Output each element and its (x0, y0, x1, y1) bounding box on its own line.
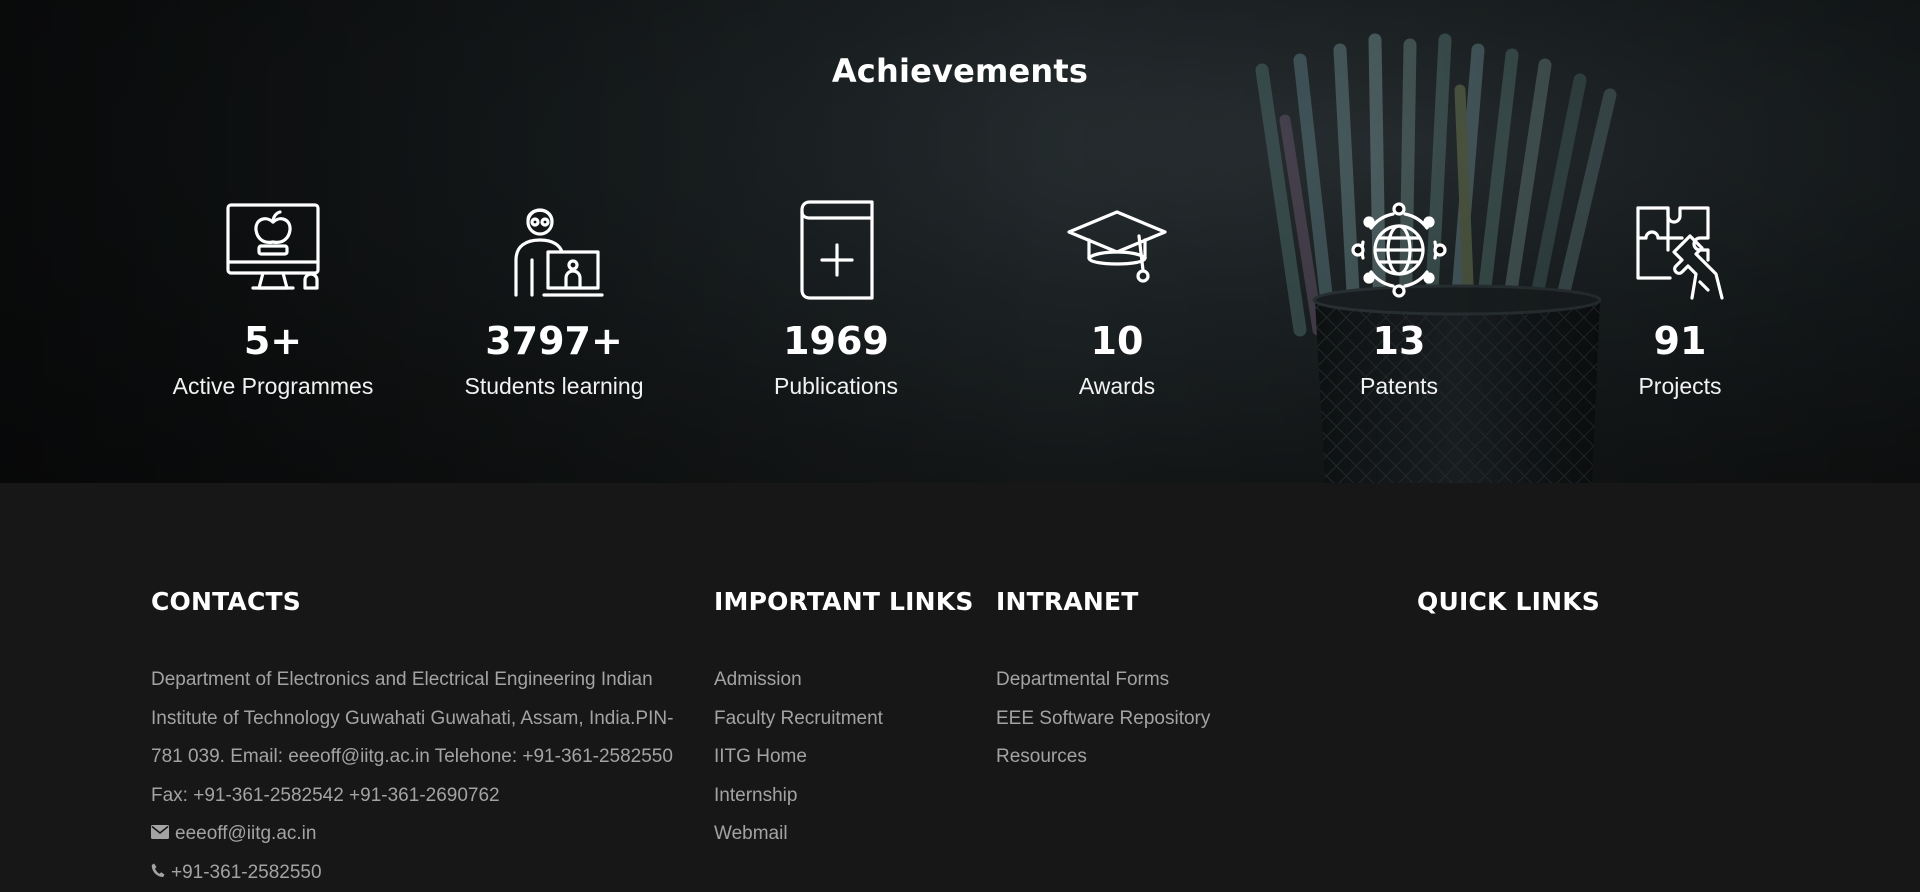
stat-label: Projects (1540, 372, 1820, 400)
book-plus-icon (786, 200, 886, 300)
stat-value: 3797+ (414, 318, 694, 364)
envelope-icon (151, 815, 169, 854)
phone-icon (151, 854, 165, 892)
footer-important-links-column: IMPORTANT LINKS Admission Faculty Recrui… (714, 587, 974, 854)
link-iitg-home[interactable]: IITG Home (714, 738, 974, 777)
contact-email-link[interactable]: eeeoff@iitg.ac.in (175, 815, 316, 854)
quick-links-heading: QUICK LINKS (1417, 587, 1600, 617)
achievements-section: Achievements 5+ Active Programmes (0, 0, 1920, 483)
link-eee-software-repository[interactable]: EEE Software Repository (996, 700, 1210, 739)
graduation-cap-icon (1067, 200, 1167, 300)
contact-address: Department of Electronics and Electrical… (151, 661, 686, 815)
stat-awards: 10 Awards (977, 200, 1257, 400)
globe-network-icon (1349, 200, 1449, 300)
contact-phone-link[interactable]: +91-361-2582550 (171, 854, 322, 892)
stat-value: 1969 (696, 318, 976, 364)
link-resources[interactable]: Resources (996, 738, 1210, 777)
stat-label: Students learning (414, 372, 694, 400)
contact-email-row[interactable]: eeeoff@iitg.ac.in (151, 815, 686, 854)
intranet-links-list: Departmental Forms EEE Software Reposito… (996, 661, 1210, 777)
site-footer: CONTACTS Department of Electronics and E… (0, 483, 1920, 890)
puzzle-icon (1630, 200, 1730, 300)
achievements-title: Achievements (0, 52, 1920, 90)
stat-value: 13 (1259, 318, 1539, 364)
student-laptop-icon (504, 200, 604, 300)
footer-intranet-column: INTRANET Departmental Forms EEE Software… (996, 587, 1210, 777)
stat-label: Patents (1259, 372, 1539, 400)
link-webmail[interactable]: Webmail (714, 815, 974, 854)
stat-projects: 91 Projects (1540, 200, 1820, 400)
important-links-list: Admission Faculty Recruitment IITG Home … (714, 661, 974, 854)
stat-patents: 13 Patents (1259, 200, 1539, 400)
stat-students-learning: 3797+ Students learning (414, 200, 694, 400)
stat-label: Active Programmes (133, 372, 413, 400)
link-admission[interactable]: Admission (714, 661, 974, 700)
intranet-heading: INTRANET (996, 587, 1210, 617)
link-faculty-recruitment[interactable]: Faculty Recruitment (714, 700, 974, 739)
stat-publications: 1969 Publications (696, 200, 976, 400)
footer-contacts-column: CONTACTS Department of Electronics and E… (151, 587, 686, 892)
link-departmental-forms[interactable]: Departmental Forms (996, 661, 1210, 700)
link-internship[interactable]: Internship (714, 777, 974, 816)
computer-apple-icon (223, 200, 323, 300)
contact-phone-row[interactable]: +91-361-2582550 (151, 854, 686, 892)
stat-label: Publications (696, 372, 976, 400)
stat-label: Awards (977, 372, 1257, 400)
footer-quick-links-column: QUICK LINKS (1417, 587, 1600, 617)
stat-value: 91 (1540, 318, 1820, 364)
stat-active-programmes: 5+ Active Programmes (133, 200, 413, 400)
stat-value: 10 (977, 318, 1257, 364)
contacts-heading: CONTACTS (151, 587, 686, 617)
stat-value: 5+ (133, 318, 413, 364)
important-links-heading: IMPORTANT LINKS (714, 587, 974, 617)
